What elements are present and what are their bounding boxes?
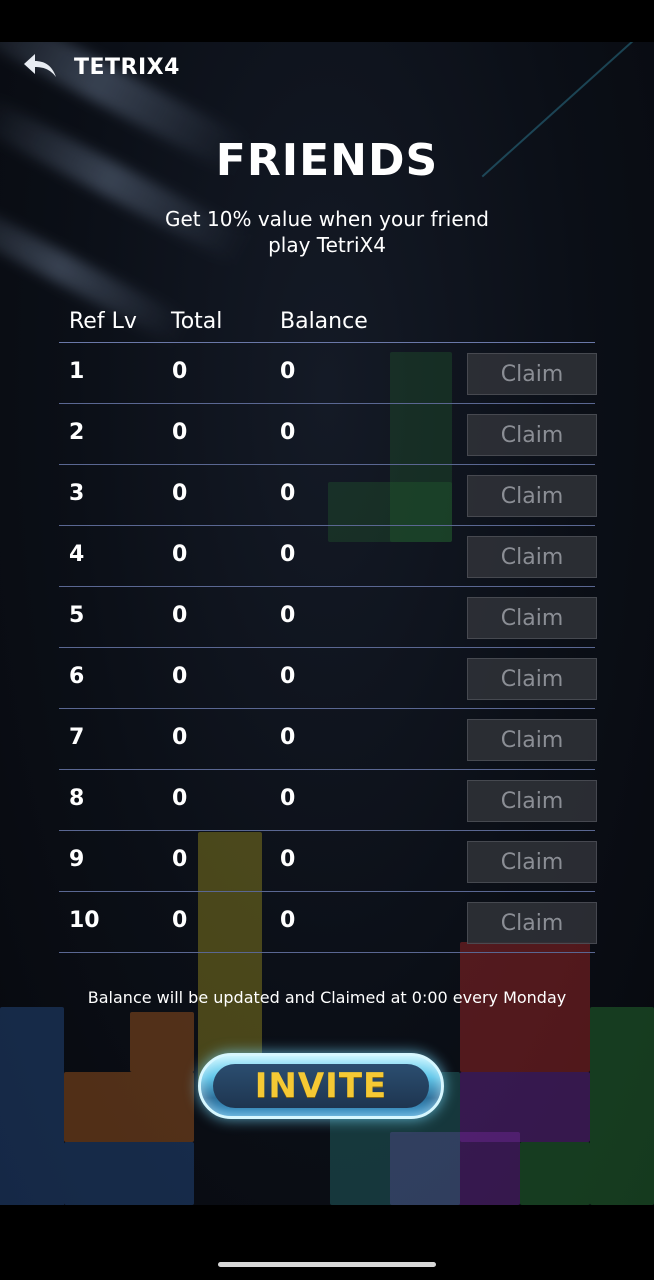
bg-tetromino-block	[520, 1142, 590, 1205]
page-subtitle: Get 10% value when your friend play Tetr…	[127, 206, 527, 258]
balance-value: 0	[280, 359, 296, 384]
claim-button[interactable]: Claim	[467, 658, 597, 700]
total-value: 0	[172, 664, 188, 689]
balance-value: 0	[280, 725, 296, 750]
bg-tetromino-block	[64, 1142, 194, 1205]
total-value: 0	[172, 359, 188, 384]
bg-tetromino-block	[590, 1007, 654, 1205]
table-row: 5 0 0 Claim	[59, 587, 597, 648]
balance-value: 0	[280, 603, 296, 628]
app-title: TETRIX4	[74, 54, 180, 80]
balance-value: 0	[280, 481, 296, 506]
invite-button-label: INVITE	[254, 1066, 388, 1106]
claim-button[interactable]: Claim	[467, 780, 597, 822]
balance-value: 0	[280, 420, 296, 445]
table-row: 10 0 0 Claim	[59, 892, 597, 953]
total-value: 0	[172, 786, 188, 811]
ref-level: 9	[69, 847, 85, 872]
ref-level: 3	[69, 481, 85, 506]
total-value: 0	[172, 420, 188, 445]
subtitle-line: play TetriX4	[268, 233, 386, 257]
bg-tetromino-block	[130, 1012, 194, 1072]
column-header-ref-lv: Ref Lv	[69, 309, 137, 334]
back-button[interactable]	[20, 51, 60, 83]
table-header: Ref Lv Total Balance	[59, 305, 595, 343]
claim-button[interactable]: Claim	[467, 719, 597, 761]
table-row: 6 0 0 Claim	[59, 648, 597, 709]
total-value: 0	[172, 908, 188, 933]
claim-button[interactable]: Claim	[467, 414, 597, 456]
claim-button[interactable]: Claim	[467, 841, 597, 883]
table-row: 4 0 0 Claim	[59, 526, 597, 587]
navigation-bar	[0, 1205, 654, 1280]
table-row: 7 0 0 Claim	[59, 709, 597, 770]
referral-table: Ref Lv Total Balance 1 0 0 Claim 2 0 0 C…	[59, 305, 597, 953]
ref-level: 7	[69, 725, 85, 750]
bg-tetromino-block	[64, 1072, 194, 1142]
balance-value: 0	[280, 664, 296, 689]
ref-level: 5	[69, 603, 85, 628]
total-value: 0	[172, 481, 188, 506]
bg-tetromino-block	[0, 1007, 64, 1205]
ref-level: 1	[69, 359, 85, 384]
total-value: 0	[172, 847, 188, 872]
balance-value: 0	[280, 847, 296, 872]
column-header-total: Total	[171, 309, 223, 334]
subtitle-line: Get 10% value when your friend	[165, 207, 489, 231]
table-row: 9 0 0 Claim	[59, 831, 597, 892]
claim-button[interactable]: Claim	[467, 902, 597, 944]
ref-level: 2	[69, 420, 85, 445]
claim-button[interactable]: Claim	[467, 353, 597, 395]
ref-level: 8	[69, 786, 85, 811]
ref-level: 4	[69, 542, 85, 567]
table-row: 3 0 0 Claim	[59, 465, 597, 526]
home-indicator[interactable]	[218, 1262, 436, 1267]
claim-button[interactable]: Claim	[467, 536, 597, 578]
total-value: 0	[172, 542, 188, 567]
app-header: TETRIX4	[20, 50, 180, 84]
balance-value: 0	[280, 908, 296, 933]
ref-level: 10	[69, 908, 100, 933]
balance-value: 0	[280, 786, 296, 811]
ref-level: 6	[69, 664, 85, 689]
table-row: 2 0 0 Claim	[59, 404, 597, 465]
invite-button[interactable]: INVITE	[198, 1053, 444, 1119]
claim-button[interactable]: Claim	[467, 475, 597, 517]
total-value: 0	[172, 725, 188, 750]
column-header-balance: Balance	[280, 309, 368, 334]
balance-value: 0	[280, 542, 296, 567]
status-bar	[0, 0, 654, 42]
curved-back-arrow-icon	[22, 51, 58, 83]
total-value: 0	[172, 603, 188, 628]
bg-tetromino-block	[460, 942, 590, 1072]
balance-notice: Balance will be updated and Claimed at 0…	[87, 988, 567, 1007]
table-row: 8 0 0 Claim	[59, 770, 597, 831]
claim-button[interactable]: Claim	[467, 597, 597, 639]
table-row: 1 0 0 Claim	[59, 343, 597, 404]
page-title: FRIENDS	[215, 135, 439, 186]
